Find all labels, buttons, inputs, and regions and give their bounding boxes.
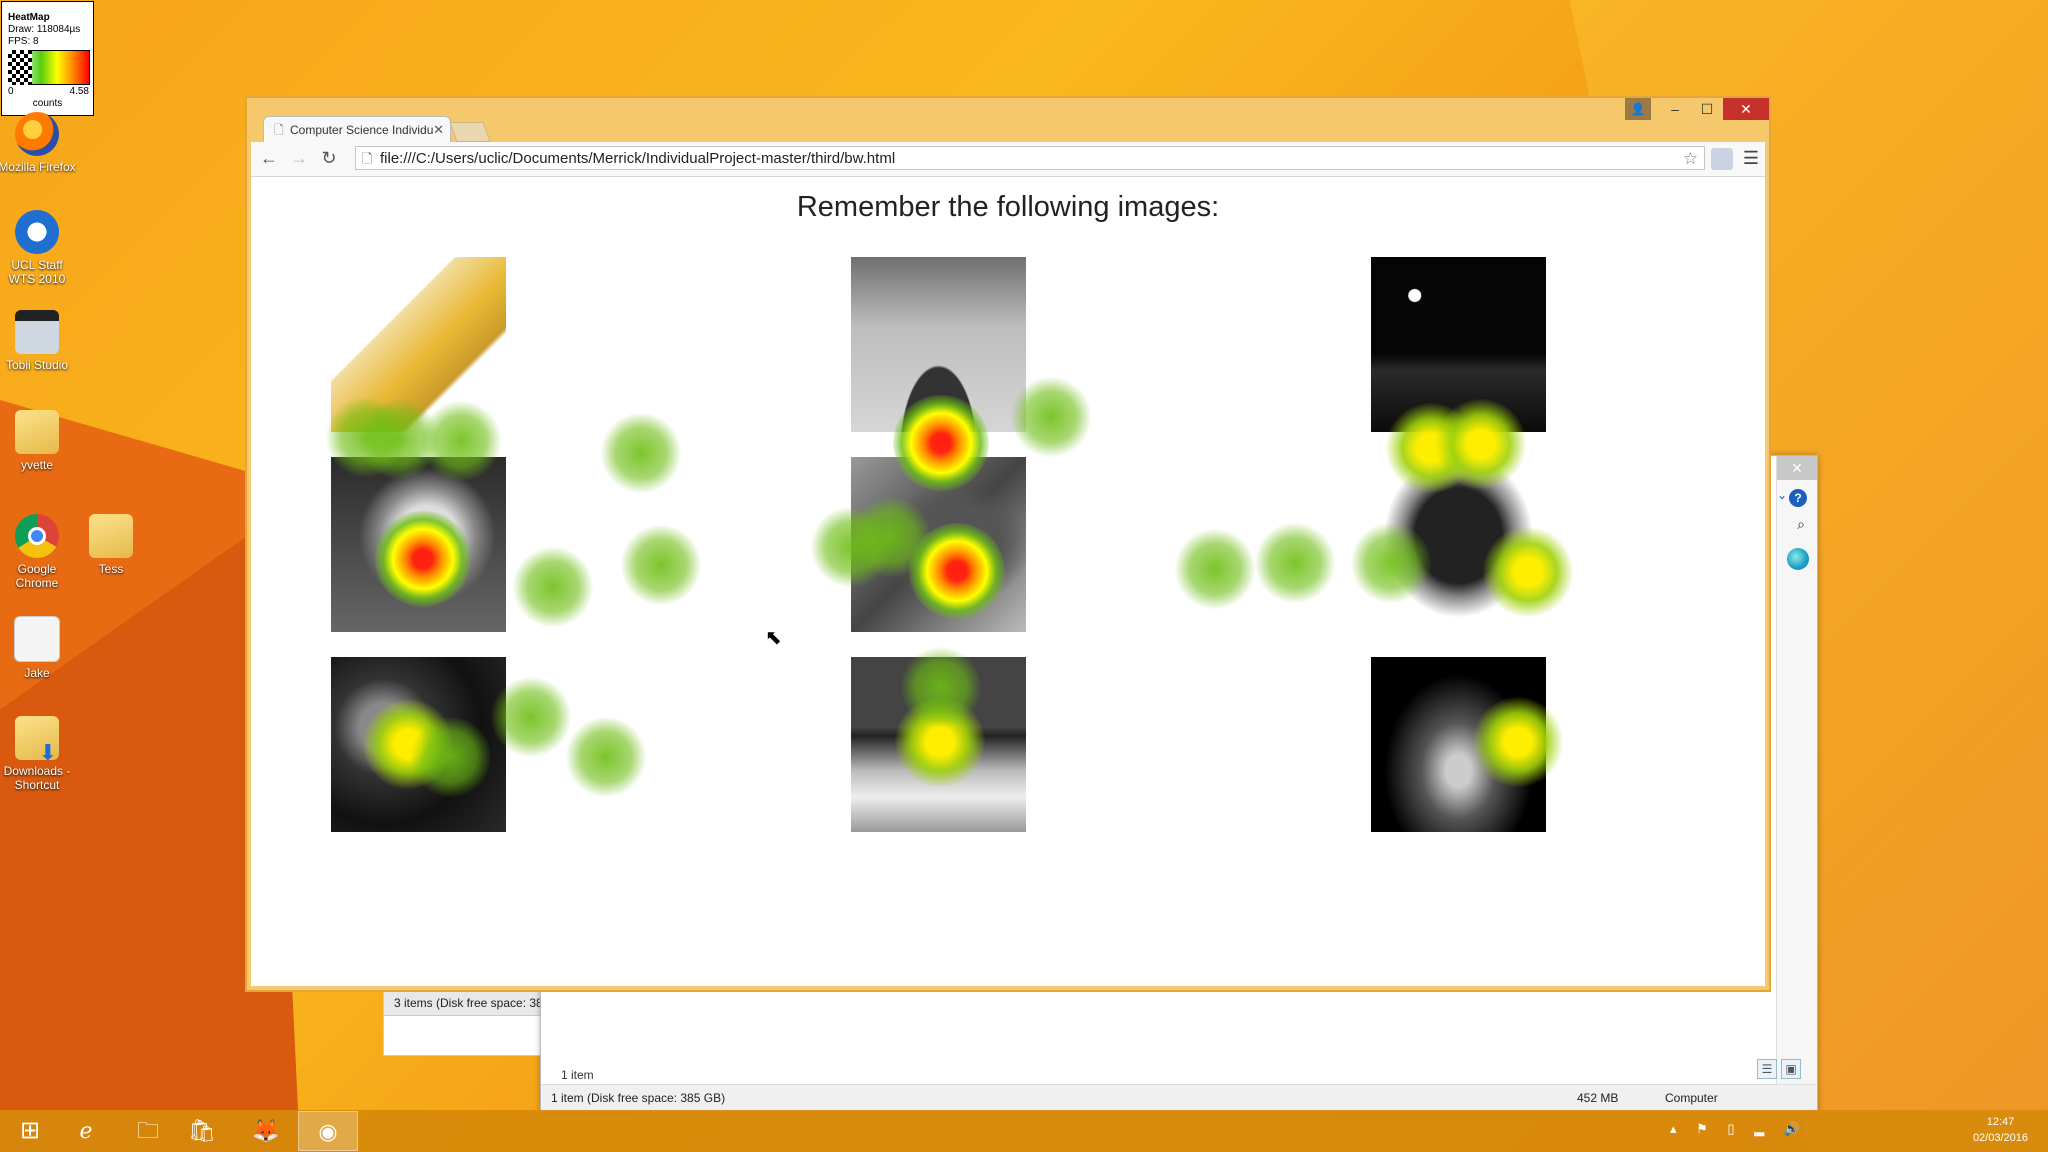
taskbar-file-explorer-icon[interactable]: 🗀 — [118, 1111, 178, 1151]
new-tab-button[interactable] — [449, 122, 491, 142]
heatmap-transparency-checker — [8, 50, 32, 85]
secondary-status-bar: 3 items (Disk free space: 386 — [384, 991, 544, 1016]
explorer-item-count: 1 item — [561, 1068, 594, 1082]
desktop-icon-yvette[interactable]: yvette — [0, 410, 76, 472]
tab-close-icon[interactable]: ✕ — [433, 117, 444, 142]
heatmap-blob — [621, 525, 701, 605]
image-shoe-grass — [851, 657, 1026, 832]
taskbar-internet-explorer-icon[interactable]: ℯ — [56, 1111, 116, 1151]
desktop-icon-label: Jake — [24, 666, 50, 680]
firefox-icon — [15, 112, 59, 156]
forward-button[interactable]: → — [287, 146, 311, 170]
browser-tab[interactable]: 🗋 Computer Science Individu ✕ — [263, 116, 451, 142]
heatmap-min-value: 0 — [8, 86, 14, 97]
heatmap-title: HeatMap — [8, 12, 50, 23]
document-icon — [14, 616, 60, 662]
heatmap-blob — [513, 547, 593, 627]
desktop-icon-tess[interactable]: Tess — [72, 514, 150, 576]
status-size: 452 MB — [1577, 1091, 1619, 1105]
chrome-browser-window[interactable]: 👤 – ☐ ✕ 🗋 Computer Science Individu ✕ ← … — [245, 96, 1771, 992]
heatmap-fps: FPS: 8 — [8, 36, 39, 47]
folder-icon — [15, 410, 59, 454]
heatmap-legend: HeatMap Draw: 118084µs FPS: 8 0 4.58 cou… — [1, 1, 94, 116]
desktop-icon-label: Downloads - Shortcut — [3, 764, 71, 792]
heatmap-blob — [1175, 529, 1255, 609]
taskbar-firefox-icon[interactable]: 🦊 — [236, 1111, 296, 1151]
heatmap-blob — [566, 717, 646, 797]
heatmap-max-value: 4.58 — [69, 86, 89, 97]
taskbar-clock[interactable]: 12:47 02/03/2016 — [1973, 1114, 2028, 1146]
window-controls: 👤 – ☐ ✕ — [1625, 98, 1769, 120]
browser-toolbar: ← → ↻ 🗋 file:///C:/Users/uclic/Documents… — [251, 142, 1765, 177]
desktop-icon-label: Tess — [98, 562, 124, 576]
image-bananas — [331, 257, 506, 432]
maximize-button[interactable]: ☐ — [1691, 98, 1723, 120]
remote-desktop-icon — [15, 210, 59, 254]
folder-icon — [89, 514, 133, 558]
address-bar[interactable]: 🗋 file:///C:/Users/uclic/Documents/Merri… — [355, 146, 1705, 170]
image-animal — [851, 457, 1026, 632]
close-button[interactable]: ✕ — [1723, 98, 1769, 120]
heatmap-blob — [1255, 523, 1335, 603]
large-icons-view-icon[interactable]: ▣ — [1781, 1059, 1801, 1079]
desktop-icon-chrome[interactable]: Google Chrome — [0, 514, 76, 590]
chrome-menu-icon[interactable]: ☰ — [1743, 146, 1759, 170]
mouse-cursor-icon: ⬉ — [765, 627, 782, 649]
desktop-icon-firefox[interactable]: Mozilla Firefox — [0, 112, 76, 174]
taskbar: ⊞ ℯ 🗀 🛍 🦊 ◉ ▴ ⚑ ▯ ▂ 🔊 12:47 02/03/2016 — [0, 1110, 2048, 1152]
start-button[interactable]: ⊞ — [0, 1111, 60, 1151]
downloads-folder-icon — [15, 716, 59, 760]
desktop-icon-jake[interactable]: Jake — [0, 616, 76, 680]
explorer-window-secondary[interactable]: 3 items (Disk free space: 386 — [383, 990, 545, 1056]
status-disk-space: 1 item (Disk free space: 385 GB) — [551, 1091, 726, 1105]
desktop-icon-tobii-studio[interactable]: Tobii Studio — [0, 310, 76, 372]
page-icon: 🗋 — [362, 151, 373, 166]
desktop-icon-label: yvette — [20, 458, 53, 472]
desktop-icon-label: Mozilla Firefox — [0, 160, 76, 174]
image-strawberry-cake — [1371, 457, 1546, 632]
heatmap-draw-time: Draw: 118084µs — [8, 24, 81, 35]
desktop-icon-ucl-staff[interactable]: UCL Staff WTS 2010 — [0, 210, 76, 286]
explorer-status-bar: 1 item (Disk free space: 385 GB) 452 MB … — [541, 1084, 1817, 1111]
status-location: Computer — [1665, 1091, 1718, 1105]
image-desert-boots — [851, 257, 1026, 432]
view-buttons: ☰ ▣ — [1753, 1059, 1801, 1079]
system-tray-icons[interactable]: ▴ ⚑ ▯ ▂ 🔊 — [1670, 1121, 1808, 1137]
clock-time: 12:47 — [1986, 1116, 2015, 1128]
details-view-icon[interactable]: ☰ — [1757, 1059, 1777, 1079]
desktop-icon-label: Google Chrome — [15, 562, 59, 590]
taskbar-chrome-icon[interactable]: ◉ — [298, 1111, 358, 1151]
image-moon-landscape — [1371, 257, 1546, 432]
explorer-close-button[interactable]: ✕ — [1777, 456, 1817, 480]
image-glass-bowl — [331, 657, 506, 832]
extension-icon[interactable] — [1711, 148, 1733, 170]
page-heading: Remember the following images: — [796, 191, 1220, 223]
profile-icon[interactable]: 👤 — [1625, 98, 1651, 120]
desktop-icon-downloads-shortcut[interactable]: Downloads - Shortcut — [0, 716, 76, 792]
url-text: file:///C:/Users/uclic/Documents/Merrick… — [380, 150, 896, 167]
page-icon: 🗋 — [274, 123, 284, 137]
heatmap-blob — [601, 413, 681, 493]
image-toy-figure — [331, 457, 506, 632]
chrome-icon — [15, 514, 59, 558]
clock-date: 02/03/2016 — [1972, 1132, 2028, 1144]
bookmark-star-icon[interactable]: ☆ — [1683, 147, 1698, 171]
desktop-icon-label: Tobii Studio — [5, 358, 69, 372]
tab-title: Computer Science Individu — [290, 123, 434, 137]
image-jewellery — [1371, 657, 1546, 832]
tobii-studio-icon — [15, 310, 59, 354]
page-content: Remember the following images: ⬉ — [251, 177, 1765, 986]
help-icon[interactable]: ? — [1789, 489, 1807, 507]
reload-button[interactable]: ↻ — [317, 146, 341, 170]
back-button[interactable]: ← — [257, 146, 281, 170]
chevron-down-icon[interactable]: ⌄ — [1777, 488, 1787, 502]
network-globe-icon[interactable] — [1787, 548, 1809, 570]
search-icon[interactable]: ⌕ — [1797, 516, 1805, 533]
taskbar-store-icon[interactable]: 🛍 — [172, 1111, 232, 1151]
heatmap-unit: counts — [32, 98, 63, 109]
desktop-icon-label: UCL Staff WTS 2010 — [8, 258, 66, 286]
minimize-button[interactable]: – — [1659, 98, 1691, 120]
